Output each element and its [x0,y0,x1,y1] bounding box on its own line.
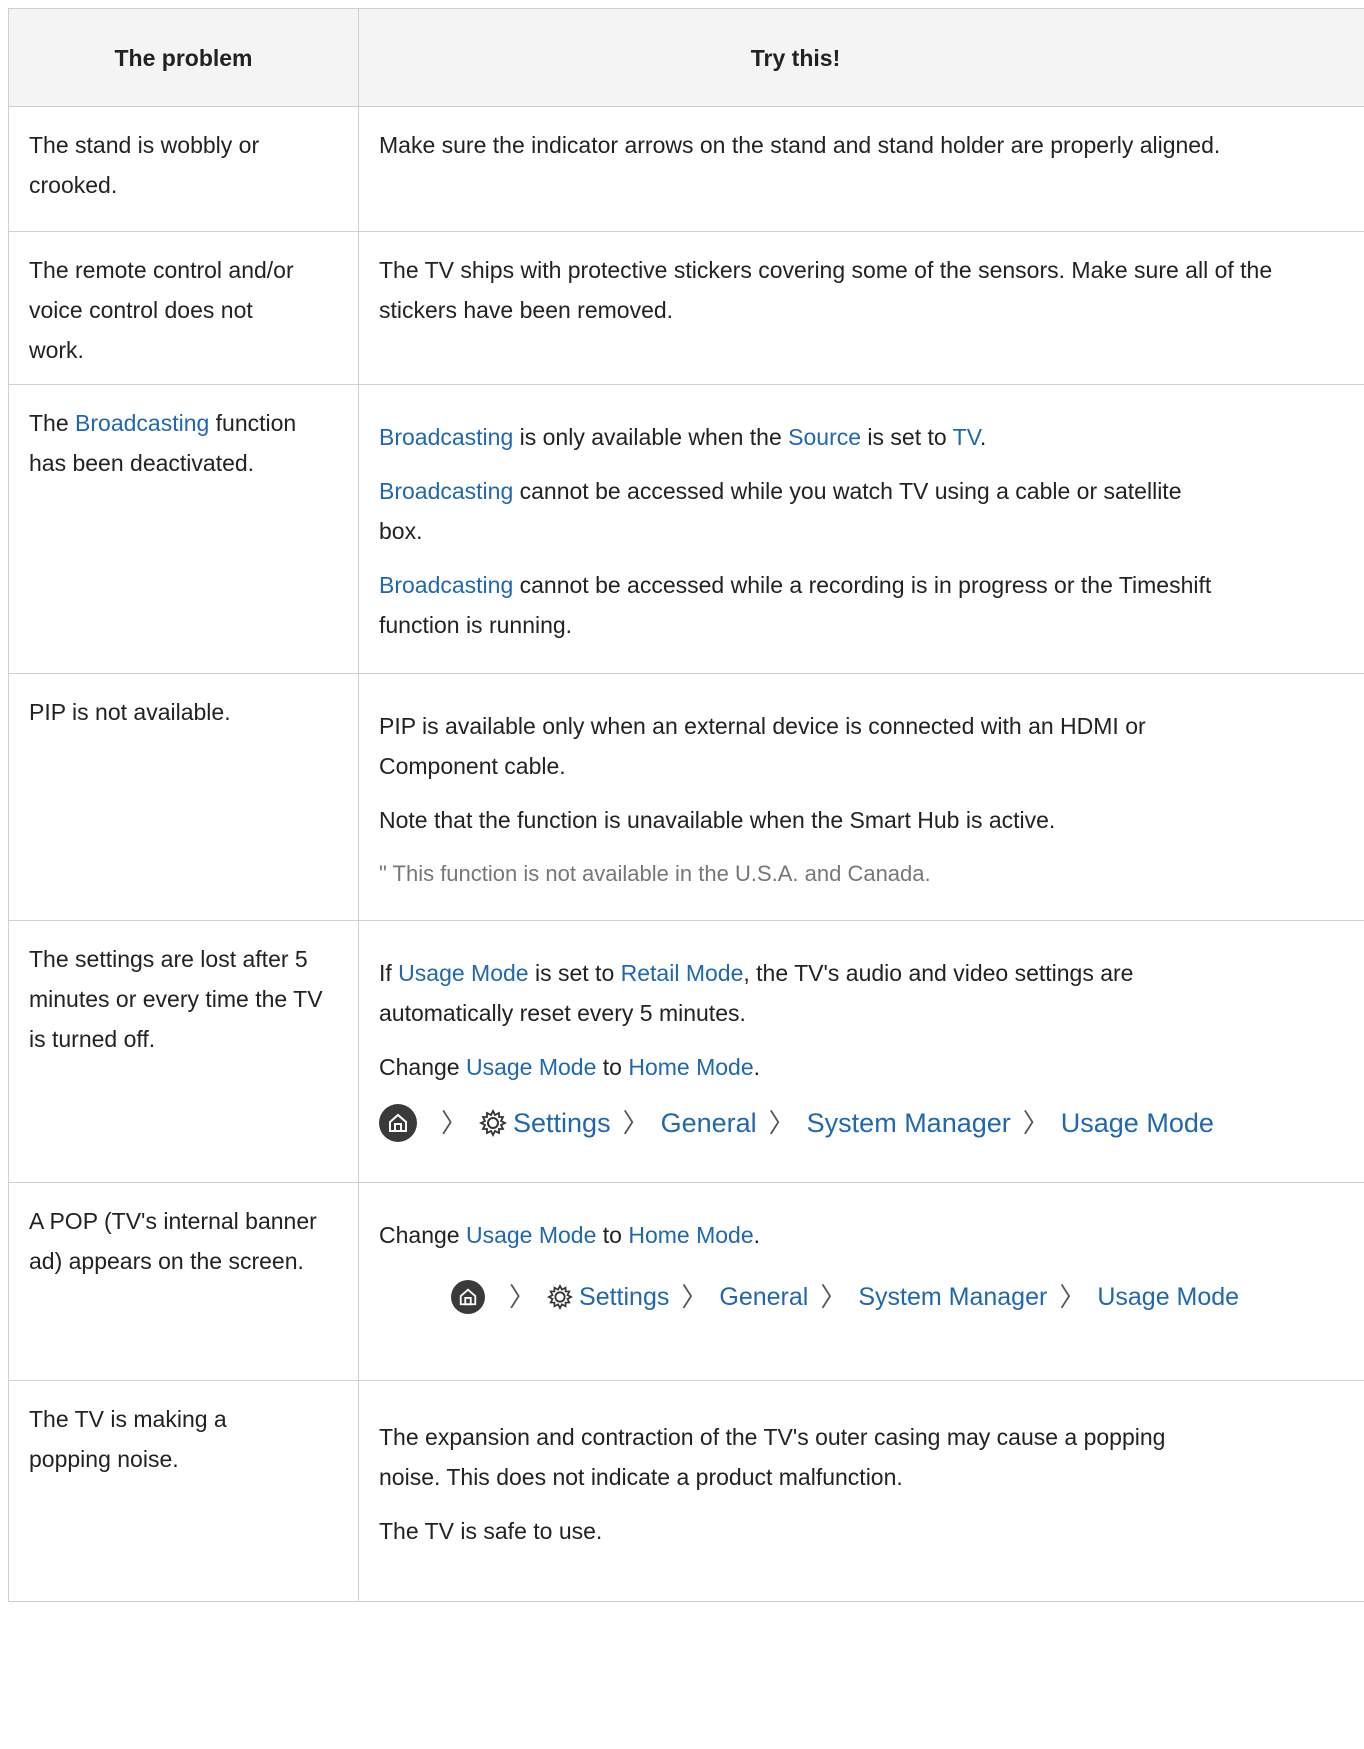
home-icon[interactable] [451,1280,485,1314]
path-general[interactable]: General [719,1277,808,1317]
chevron-right-icon: 〉 [441,1108,468,1138]
home-mode-link[interactable]: Home Mode [628,1054,753,1080]
problem-cell: The TV is making a popping noise. [9,1381,359,1601]
chevron-right-icon: 〉 [509,1282,536,1312]
settings-path: 〉 Settings 〉 General 〉 System Manager 〉 … [379,1101,1364,1145]
solution-cell: Broadcasting is only available when the … [359,385,1364,673]
table-row: The remote control and/or voice control … [9,232,1364,385]
path-usage-mode[interactable]: Usage Mode [1061,1103,1214,1143]
problem-cell: The Broadcasting function has been deact… [9,385,359,673]
table-header-row: The problem Try this! [9,9,1364,107]
solution-text: The TV ships with protective stickers co… [379,257,1273,323]
path-system-manager[interactable]: System Manager [858,1277,1047,1317]
solution-cell: PIP is available only when an external d… [359,674,1364,920]
path-general[interactable]: General [661,1103,757,1143]
troubleshooting-table: The problem Try this! The stand is wobbl… [8,8,1364,1602]
tv-link[interactable]: TV [953,424,980,450]
solution-text: Broadcasting cannot be accessed while a … [379,572,1212,638]
problem-cell: The remote control and/or voice control … [9,232,359,384]
path-settings[interactable]: Settings [579,1277,669,1317]
retail-mode-link[interactable]: Retail Mode [621,960,744,986]
gear-icon [547,1284,574,1310]
solution-cell: Change Usage Mode to Home Mode. 〉 Settin… [359,1183,1364,1380]
solution-text: Change Usage Mode to Home Mode. [379,1054,761,1080]
gear-icon [479,1109,508,1137]
solution-cell: Make sure the indicator arrows on the st… [359,107,1364,231]
broadcasting-link[interactable]: Broadcasting [379,478,513,504]
chevron-right-icon: 〉 [1022,1108,1049,1138]
settings-path: 〉 Settings 〉 General 〉 System Manager 〉 … [379,1275,1364,1319]
table-row: A POP (TV's internal banner ad) appears … [9,1183,1364,1381]
solution-text: PIP is available only when an external d… [379,713,1146,779]
solution-cell: The TV ships with protective stickers co… [359,232,1364,384]
solution-text: Make sure the indicator arrows on the st… [379,132,1221,158]
path-system-manager[interactable]: System Manager [807,1103,1011,1143]
solution-cell: If Usage Mode is set to Retail Mode, the… [359,921,1364,1182]
table-row: The stand is wobbly or crooked. Make sur… [9,107,1364,232]
note-text: " This function is not available in the … [379,861,931,886]
path-usage-mode[interactable]: Usage Mode [1097,1277,1239,1317]
home-mode-link[interactable]: Home Mode [628,1222,753,1248]
chevron-right-icon: 〉 [820,1282,847,1312]
chevron-right-icon: 〉 [1059,1282,1086,1312]
solution-cell: The expansion and contraction of the TV'… [359,1381,1364,1601]
header-problem: The problem [9,9,359,106]
chevron-right-icon: 〉 [622,1108,649,1138]
broadcasting-link[interactable]: Broadcasting [75,410,209,436]
chevron-right-icon: 〉 [681,1282,708,1312]
solution-text: If Usage Mode is set to Retail Mode, the… [379,960,1134,1026]
solution-text: Change Usage Mode to Home Mode. [379,1222,761,1248]
usage-mode-link[interactable]: Usage Mode [398,960,528,986]
home-icon[interactable] [379,1104,417,1142]
usage-mode-link[interactable]: Usage Mode [466,1222,596,1248]
problem-cell: PIP is not available. [9,674,359,920]
solution-text: The expansion and contraction of the TV'… [379,1424,1166,1490]
table-row: The Broadcasting function has been deact… [9,385,1364,674]
table-row: The TV is making a popping noise. The ex… [9,1381,1364,1602]
problem-cell: A POP (TV's internal banner ad) appears … [9,1183,359,1380]
solution-text: Broadcasting is only available when the … [379,424,987,450]
source-link[interactable]: Source [788,424,861,450]
problem-cell: The settings are lost after 5 minutes or… [9,921,359,1182]
usage-mode-link[interactable]: Usage Mode [466,1054,596,1080]
problem-cell: The stand is wobbly or crooked. [9,107,359,231]
table-row: PIP is not available. PIP is available o… [9,674,1364,921]
broadcasting-link[interactable]: Broadcasting [379,572,513,598]
chevron-right-icon: 〉 [768,1108,795,1138]
solution-text: Broadcasting cannot be accessed while yo… [379,478,1182,544]
solution-text: Note that the function is unavailable wh… [379,807,1056,833]
header-try-this: Try this! [750,44,841,71]
solution-text: The TV is safe to use. [379,1518,603,1544]
broadcasting-link[interactable]: Broadcasting [379,424,513,450]
table-row: The settings are lost after 5 minutes or… [9,921,1364,1183]
path-settings[interactable]: Settings [513,1103,611,1143]
